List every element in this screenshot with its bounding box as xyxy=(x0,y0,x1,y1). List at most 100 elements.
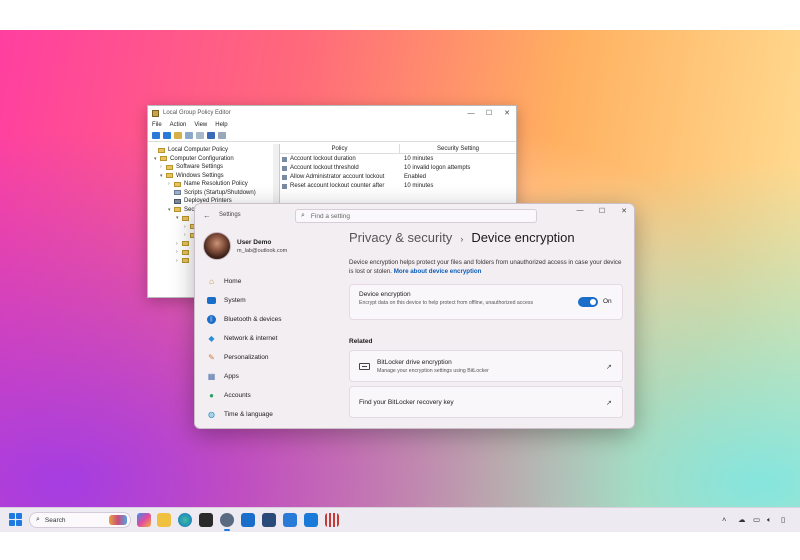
search-icon: ⌕ xyxy=(301,212,305,219)
security-shield-icon[interactable] xyxy=(241,513,255,527)
maximize-icon[interactable]: ☐ xyxy=(480,109,498,117)
gpe-menubar: File Action View Help xyxy=(148,120,516,130)
taskbar-search[interactable]: ⌕ Search xyxy=(29,512,131,528)
gpe-app-icon xyxy=(152,109,159,117)
back-arrow-icon[interactable] xyxy=(152,132,160,139)
gpe-window-title: Local Group Policy Editor xyxy=(163,110,231,116)
breadcrumb: Privacy & security › Device encryption xyxy=(349,230,622,245)
cloud-icon[interactable]: ☁ xyxy=(738,515,746,524)
minimize-icon[interactable]: — xyxy=(462,110,480,117)
toggle-state-label: On xyxy=(603,298,612,305)
page-title: Device encryption xyxy=(471,230,575,245)
page-description: Device encryption helps protect your fil… xyxy=(349,259,622,275)
settings-app-title: Settings xyxy=(219,212,241,218)
avatar[interactable] xyxy=(203,232,231,260)
folder-icon xyxy=(174,181,181,187)
sidebar-item-system[interactable]: System xyxy=(203,291,343,310)
show-tree-icon[interactable] xyxy=(185,132,193,139)
menu-action[interactable]: Action xyxy=(170,122,187,128)
close-icon[interactable]: ✕ xyxy=(613,207,634,219)
properties-icon[interactable] xyxy=(218,132,226,139)
list-header: Policy Security Setting xyxy=(280,144,516,154)
settings-gear-icon[interactable] xyxy=(220,513,234,531)
paint-icon[interactable] xyxy=(283,513,297,527)
copilot-icon[interactable] xyxy=(137,513,151,527)
recovery-key-link-card[interactable]: Find your BitLocker recovery key ↗ xyxy=(349,386,623,418)
folder-icon xyxy=(182,258,189,264)
chevron-up-icon[interactable]: ˄ xyxy=(722,515,726,524)
network-icon[interactable]: ▭ xyxy=(753,515,760,524)
bluetooth-icon: ᛒ xyxy=(207,315,216,324)
external-link-icon: ↗ xyxy=(606,400,612,407)
table-row[interactable]: Reset account lockout counter after 10 mi… xyxy=(280,181,516,190)
battery-icon[interactable]: ▯ xyxy=(781,515,785,524)
sidebar-item-bluetooth[interactable]: ᛒ Bluetooth & devices xyxy=(203,310,343,329)
table-row[interactable]: Account lockout duration 10 minutes xyxy=(280,154,516,163)
back-arrow-icon[interactable]: ← xyxy=(203,211,211,220)
printer-icon xyxy=(174,198,181,204)
computer-icon xyxy=(160,156,167,162)
settings-search-box[interactable]: ⌕ xyxy=(295,209,537,223)
close-icon[interactable]: ✕ xyxy=(498,109,516,117)
table-row[interactable]: Allow Administrator account lockout Enabl… xyxy=(280,172,516,181)
home-icon: ⌂ xyxy=(209,277,214,286)
settings-titlebar[interactable]: ← Settings ⌕ — ☐ ✕ xyxy=(195,204,634,228)
user-name: User Demo xyxy=(237,238,272,246)
help-icon[interactable] xyxy=(207,132,215,139)
vscode-icon[interactable] xyxy=(304,513,318,527)
tree-item[interactable]: Local Computer Policy xyxy=(148,146,279,155)
user-profile[interactable]: User Demo m_lab@outlook.com xyxy=(203,232,287,260)
settings-window[interactable]: ← Settings ⌕ — ☐ ✕ User Demo m_lab@outlo… xyxy=(194,203,635,429)
folder-icon xyxy=(166,164,173,170)
device-encryption-subtitle: Encrypt data on this device to help prot… xyxy=(359,300,534,306)
tree-item[interactable]: ▾ Windows Settings xyxy=(148,172,279,181)
sidebar-item-time-language[interactable]: ◍ Time & language xyxy=(203,405,343,424)
sidebar-item-home[interactable]: ⌂ Home xyxy=(203,272,343,291)
related-section-heading: Related xyxy=(349,338,373,345)
app-icon[interactable] xyxy=(325,513,339,527)
export-list-icon[interactable] xyxy=(196,132,204,139)
maximize-icon[interactable]: ☐ xyxy=(591,207,613,219)
bitlocker-link-card[interactable]: BitLocker drive encryption Manage your e… xyxy=(349,350,623,382)
breadcrumb-parent[interactable]: Privacy & security xyxy=(349,230,452,245)
sidebar-item-accounts[interactable]: ● Accounts xyxy=(203,386,343,405)
folder-icon xyxy=(182,215,189,221)
column-header-setting[interactable]: Security Setting xyxy=(400,144,516,153)
tree-item[interactable]: › Software Settings xyxy=(148,163,279,172)
windows-start-icon[interactable] xyxy=(9,513,22,526)
minimize-icon[interactable]: — xyxy=(569,207,591,219)
taskbar-search-label: Search xyxy=(44,516,66,524)
device-encryption-card: Device encryption Encrypt data on this d… xyxy=(349,284,623,320)
folder-up-icon[interactable] xyxy=(174,132,182,139)
column-header-policy[interactable]: Policy xyxy=(280,144,400,153)
external-link-icon: ↗ xyxy=(606,364,612,371)
tree-item[interactable]: Scripts (Startup/Shutdown) xyxy=(148,189,279,198)
tree-item[interactable]: ▾ Computer Configuration xyxy=(148,155,279,164)
search-icon: ⌕ xyxy=(36,516,40,523)
menu-view[interactable]: View xyxy=(194,122,207,128)
script-icon xyxy=(174,190,181,196)
volume-icon[interactable]: 🔈︎ xyxy=(767,515,772,525)
file-explorer-icon[interactable] xyxy=(157,513,171,527)
more-about-encryption-link[interactable]: More about device encryption xyxy=(394,268,482,275)
drive-icon xyxy=(359,363,370,370)
settings-content: Privacy & security › Device encryption D… xyxy=(349,230,623,418)
tree-item[interactable]: › Name Resolution Policy xyxy=(148,180,279,189)
bitlocker-subtitle: Manage your encryption settings using Bi… xyxy=(377,368,489,374)
app-icon[interactable] xyxy=(262,513,276,527)
menu-file[interactable]: File xyxy=(152,122,162,128)
sidebar-item-network[interactable]: ◆ Network & internet xyxy=(203,329,343,348)
edge-browser-icon[interactable] xyxy=(178,513,192,527)
terminal-icon[interactable] xyxy=(199,513,213,527)
bitlocker-title: BitLocker drive encryption xyxy=(377,359,452,366)
gpe-titlebar[interactable]: Local Group Policy Editor — ☐ ✕ xyxy=(148,106,516,120)
device-encryption-toggle[interactable] xyxy=(578,297,598,307)
forward-arrow-icon[interactable] xyxy=(163,132,171,139)
sidebar-item-apps[interactable]: ▦ Apps xyxy=(203,367,343,386)
sidebar-item-personalization[interactable]: ✎ Personalization xyxy=(203,348,343,367)
table-row[interactable]: Account lockout threshold 10 invalid logo… xyxy=(280,163,516,172)
menu-help[interactable]: Help xyxy=(215,122,227,128)
breadcrumb-separator: › xyxy=(460,234,464,244)
taskbar: ⌕ Search ˄ ☁ ▭ 🔈︎ ▯ xyxy=(0,507,800,532)
settings-search-input[interactable] xyxy=(310,212,511,220)
